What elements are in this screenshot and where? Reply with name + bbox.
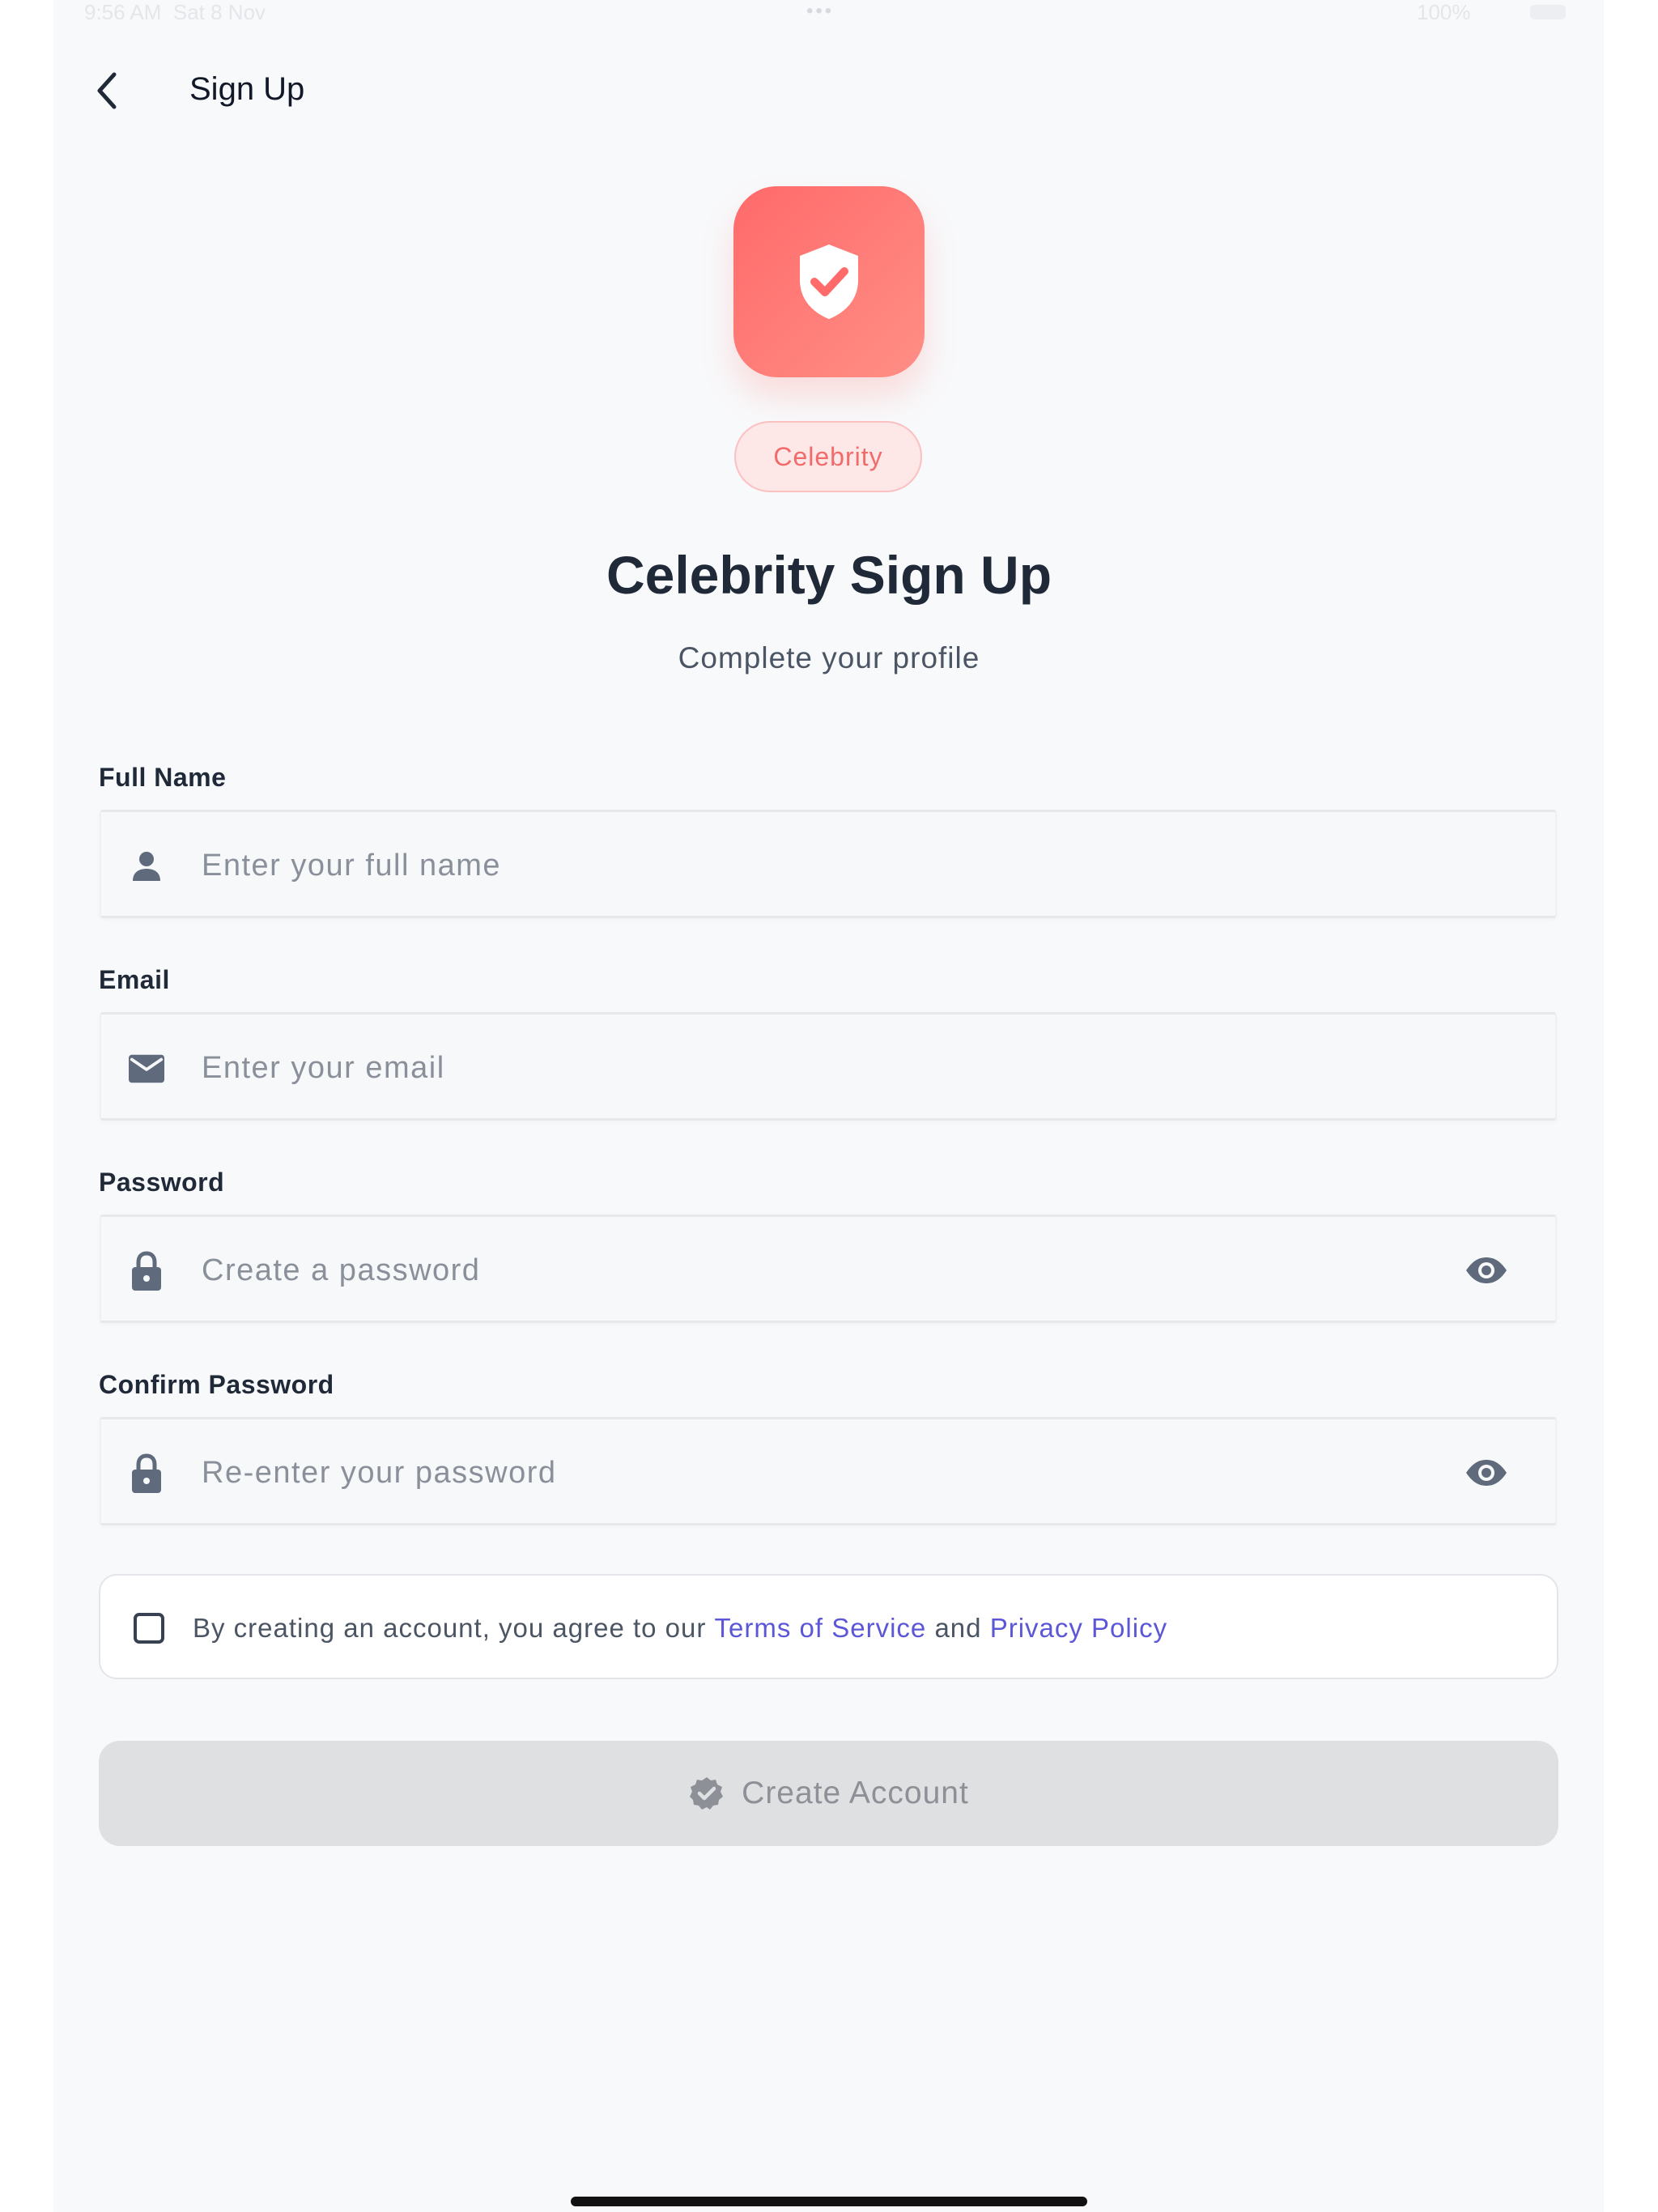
terms-checkbox[interactable] bbox=[134, 1613, 164, 1644]
page-title: Celebrity Sign Up bbox=[606, 545, 1052, 605]
password-field[interactable]: Create a password bbox=[100, 1214, 1557, 1323]
full-name-field[interactable]: Enter your full name bbox=[100, 810, 1557, 918]
terms-prefix: By creating an account, you agree to our bbox=[193, 1613, 715, 1643]
confirm-password-placeholder: Re-enter your password bbox=[202, 1456, 557, 1490]
terms-of-service-link[interactable]: Terms of Service bbox=[715, 1613, 927, 1643]
terms-conjunction: and bbox=[926, 1613, 990, 1643]
terms-text: By creating an account, you agree to our… bbox=[193, 1610, 1167, 1646]
confirm-password-field[interactable]: Re-enter your password bbox=[100, 1417, 1557, 1525]
privacy-policy-link[interactable]: Privacy Policy bbox=[990, 1613, 1167, 1643]
status-time-text: 9:56 AM bbox=[84, 0, 162, 24]
terms-agreement: By creating an account, you agree to our… bbox=[99, 1574, 1558, 1679]
chevron-left-icon bbox=[97, 72, 117, 109]
verified-badge-icon bbox=[688, 1775, 725, 1812]
create-account-button[interactable]: Create Account bbox=[99, 1741, 1558, 1846]
email-label: Email bbox=[99, 965, 170, 994]
status-time: 9:56 AM Sat 8 Nov bbox=[84, 0, 266, 25]
confirm-password-label: Confirm Password bbox=[99, 1370, 334, 1399]
app-logo bbox=[733, 186, 925, 377]
create-account-label: Create Account bbox=[742, 1776, 969, 1810]
person-icon bbox=[129, 850, 164, 883]
status-date-text: Sat 8 Nov bbox=[172, 0, 266, 24]
status-battery-text: 100% bbox=[1417, 0, 1471, 24]
role-badge: Celebrity bbox=[734, 421, 922, 492]
eye-icon[interactable] bbox=[1465, 1455, 1508, 1491]
lock-icon bbox=[129, 1453, 164, 1493]
password-placeholder: Create a password bbox=[202, 1253, 481, 1287]
home-indicator[interactable] bbox=[571, 2197, 1087, 2206]
envelope-icon bbox=[129, 1053, 164, 1085]
eye-icon[interactable] bbox=[1465, 1253, 1508, 1288]
full-name-label: Full Name bbox=[99, 763, 227, 792]
page-subtitle: Complete your profile bbox=[678, 641, 980, 674]
password-label: Password bbox=[99, 1168, 225, 1197]
header-title: Sign Up bbox=[189, 71, 305, 107]
lock-icon bbox=[129, 1251, 164, 1291]
full-name-placeholder: Enter your full name bbox=[202, 849, 502, 883]
shield-check-icon bbox=[800, 245, 858, 319]
multitasking-dots[interactable]: ••• bbox=[806, 0, 834, 23]
email-field[interactable]: Enter your email bbox=[100, 1012, 1557, 1121]
back-button[interactable] bbox=[81, 65, 133, 117]
email-placeholder: Enter your email bbox=[202, 1051, 445, 1085]
battery-icon bbox=[1530, 5, 1566, 19]
